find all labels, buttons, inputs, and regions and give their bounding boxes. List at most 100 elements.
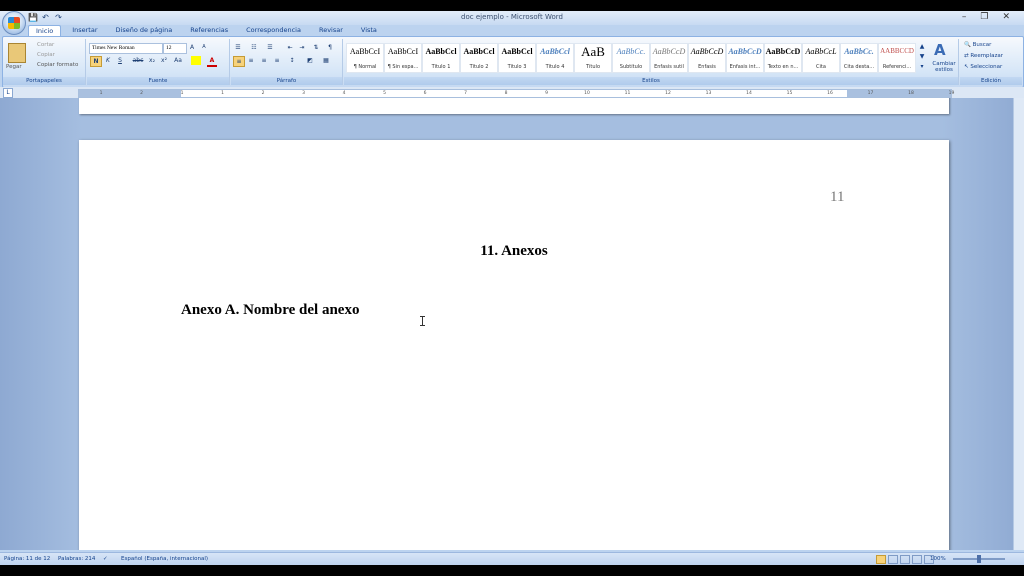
italic-button[interactable]: K bbox=[103, 56, 113, 65]
horizontal-ruler[interactable]: 1 2 1 1 2 3 4 5 6 7 8 9 10 11 12 13 14 15 16 17 18 19 bbox=[78, 89, 954, 98]
style-preview: AABBCCD bbox=[880, 47, 914, 55]
window-title: doc ejemplo - Microsoft Word bbox=[461, 13, 563, 21]
tab-selector-icon[interactable]: L bbox=[3, 88, 13, 98]
font-color-icon[interactable]: A bbox=[207, 56, 217, 67]
heading-anexos[interactable]: 11. Anexos bbox=[79, 243, 949, 260]
multilevel-list-icon[interactable]: ☰ bbox=[265, 43, 275, 52]
style-titulo-3[interactable]: AaBbCcl Título 3 bbox=[498, 43, 536, 73]
align-center-icon[interactable]: ≡ bbox=[246, 56, 256, 65]
status-language[interactable]: Español (España, internacional) bbox=[121, 556, 208, 562]
line-spacing-icon[interactable]: ↕ bbox=[287, 56, 297, 65]
sort-icon[interactable]: ⇅ bbox=[311, 43, 321, 52]
full-screen-icon[interactable] bbox=[888, 555, 898, 564]
restore-button[interactable]: ❐ bbox=[980, 12, 988, 22]
select-button[interactable]: ↖ Seleccionar bbox=[964, 64, 1002, 70]
minimize-button[interactable]: – bbox=[962, 12, 967, 22]
font-size-select[interactable]: 12 bbox=[163, 43, 187, 54]
style-label: Cita bbox=[816, 64, 826, 70]
tab-correspondencia[interactable]: Correspondencia bbox=[239, 25, 308, 36]
superscript-button[interactable]: x² bbox=[159, 56, 169, 65]
vertical-scrollbar[interactable] bbox=[1013, 98, 1024, 550]
style-enfasis-sutil[interactable]: AaBbCcD Énfasis sutil bbox=[650, 43, 688, 73]
underline-button[interactable]: S bbox=[115, 56, 125, 65]
align-right-icon[interactable]: ≡ bbox=[259, 56, 269, 65]
style-label: ¶ Normal bbox=[353, 64, 377, 70]
tab-referencias[interactable]: Referencias bbox=[183, 25, 235, 36]
show-marks-icon[interactable]: ¶ bbox=[325, 43, 335, 52]
grow-font-button[interactable]: A bbox=[187, 43, 197, 52]
style-enfasis-intenso[interactable]: AaBbCcD Énfasis int... bbox=[726, 43, 764, 73]
save-icon[interactable]: 💾 bbox=[28, 13, 38, 22]
replace-icon: ⇄ bbox=[964, 53, 969, 59]
styles-scroll-icon[interactable]: ▲ ▼ ▾ bbox=[918, 42, 926, 72]
shading-icon[interactable]: ◩ bbox=[305, 56, 315, 65]
borders-icon[interactable]: ▦ bbox=[321, 56, 331, 65]
style-normal[interactable]: AaBbCcI ¶ Normal bbox=[346, 43, 384, 73]
style-sin-espaciado[interactable]: AaBbCcI ¶ Sin espa... bbox=[384, 43, 422, 73]
bullets-icon[interactable]: ☰ bbox=[233, 43, 243, 52]
style-preview: AaBbCcL bbox=[805, 47, 837, 56]
cut-button[interactable]: Cortar bbox=[37, 42, 54, 48]
office-button[interactable] bbox=[2, 11, 26, 35]
zoom-slider[interactable] bbox=[953, 555, 1005, 563]
style-enfasis[interactable]: AaBbCcD Énfasis bbox=[688, 43, 726, 73]
style-label: Título 4 bbox=[545, 64, 565, 70]
status-words[interactable]: Palabras: 214 bbox=[58, 556, 95, 562]
change-styles-button[interactable]: Cambiar estilos bbox=[929, 61, 959, 73]
zoom-thumb[interactable] bbox=[977, 555, 981, 563]
paste-button[interactable]: Pegar bbox=[6, 64, 22, 70]
align-left-icon[interactable]: ≡ bbox=[233, 56, 245, 67]
format-painter-button[interactable]: Copiar formato bbox=[37, 62, 78, 68]
office-logo-icon bbox=[8, 17, 20, 29]
style-preview: AaBbCc. bbox=[844, 47, 874, 56]
ruler-number: 12 bbox=[665, 91, 671, 96]
heading-anexo-a[interactable]: Anexo A. Nombre del anexo bbox=[181, 302, 359, 319]
ribbon: Pegar Cortar Copiar Copiar formato Porta… bbox=[2, 36, 1024, 88]
undo-icon[interactable]: ↶ bbox=[41, 13, 50, 22]
spellcheck-icon[interactable]: ✓ bbox=[103, 556, 108, 562]
paste-icon[interactable] bbox=[8, 43, 26, 63]
font-name-select[interactable]: Times New Roman bbox=[89, 43, 163, 54]
highlight-icon[interactable] bbox=[191, 56, 201, 65]
style-texto-en-negrita[interactable]: AaBbCcD Texto en n... bbox=[764, 43, 802, 73]
change-styles-icon[interactable]: A bbox=[934, 41, 954, 59]
numbering-icon[interactable]: ☷ bbox=[249, 43, 259, 52]
outline-icon[interactable] bbox=[912, 555, 922, 564]
shrink-font-button[interactable]: A bbox=[199, 43, 209, 52]
justify-icon[interactable]: ≡ bbox=[272, 56, 282, 65]
ruler-number: 7 bbox=[464, 91, 467, 96]
copy-button[interactable]: Copiar bbox=[37, 52, 55, 58]
find-button[interactable]: 🔍 Buscar bbox=[964, 42, 991, 48]
view-buttons[interactable] bbox=[876, 555, 936, 564]
style-subtitulo[interactable]: AaBbCc. Subtítulo bbox=[612, 43, 650, 73]
tab-insertar[interactable]: Insertar bbox=[65, 25, 104, 36]
document-page[interactable]: 11 11. Anexos Anexo A. Nombre del anexo bbox=[79, 140, 949, 550]
style-titulo-1[interactable]: AaBbCcl Título 1 bbox=[422, 43, 460, 73]
subscript-button[interactable]: x₂ bbox=[147, 56, 157, 65]
change-case-button[interactable]: Aa bbox=[173, 56, 183, 65]
style-referencia-sutil[interactable]: AABBCCD Referenci... bbox=[878, 43, 916, 73]
window-controls: – ❐ ✕ bbox=[962, 12, 1010, 22]
style-titulo[interactable]: AaB Título bbox=[574, 43, 612, 73]
close-button[interactable]: ✕ bbox=[1002, 12, 1010, 22]
status-page[interactable]: Página: 11 de 12 bbox=[4, 556, 50, 562]
tab-revisar[interactable]: Revisar bbox=[312, 25, 350, 36]
ruler-number: 16 bbox=[827, 91, 833, 96]
decrease-indent-icon[interactable]: ⇤ bbox=[285, 43, 295, 52]
print-layout-icon[interactable] bbox=[876, 555, 886, 564]
web-layout-icon[interactable] bbox=[900, 555, 910, 564]
increase-indent-icon[interactable]: ⇥ bbox=[297, 43, 307, 52]
style-cita-destacada[interactable]: AaBbCc. Cita desta... bbox=[840, 43, 878, 73]
strikethrough-button[interactable]: abc bbox=[131, 56, 145, 65]
style-titulo-4[interactable]: AaBbCcl Título 4 bbox=[536, 43, 574, 73]
style-label: Énfasis bbox=[698, 64, 716, 70]
style-titulo-2[interactable]: AaBbCcl Título 2 bbox=[460, 43, 498, 73]
bold-button[interactable]: N bbox=[90, 56, 102, 67]
redo-icon[interactable]: ↷ bbox=[54, 13, 63, 22]
zoom-level[interactable]: 100% bbox=[930, 556, 946, 562]
tab-diseno[interactable]: Diseño de página bbox=[109, 25, 180, 36]
style-label: Título 3 bbox=[507, 64, 527, 70]
tab-vista[interactable]: Vista bbox=[354, 25, 384, 36]
style-cita[interactable]: AaBbCcL Cita bbox=[802, 43, 840, 73]
replace-button[interactable]: ⇄ Reemplazar bbox=[964, 53, 1003, 59]
